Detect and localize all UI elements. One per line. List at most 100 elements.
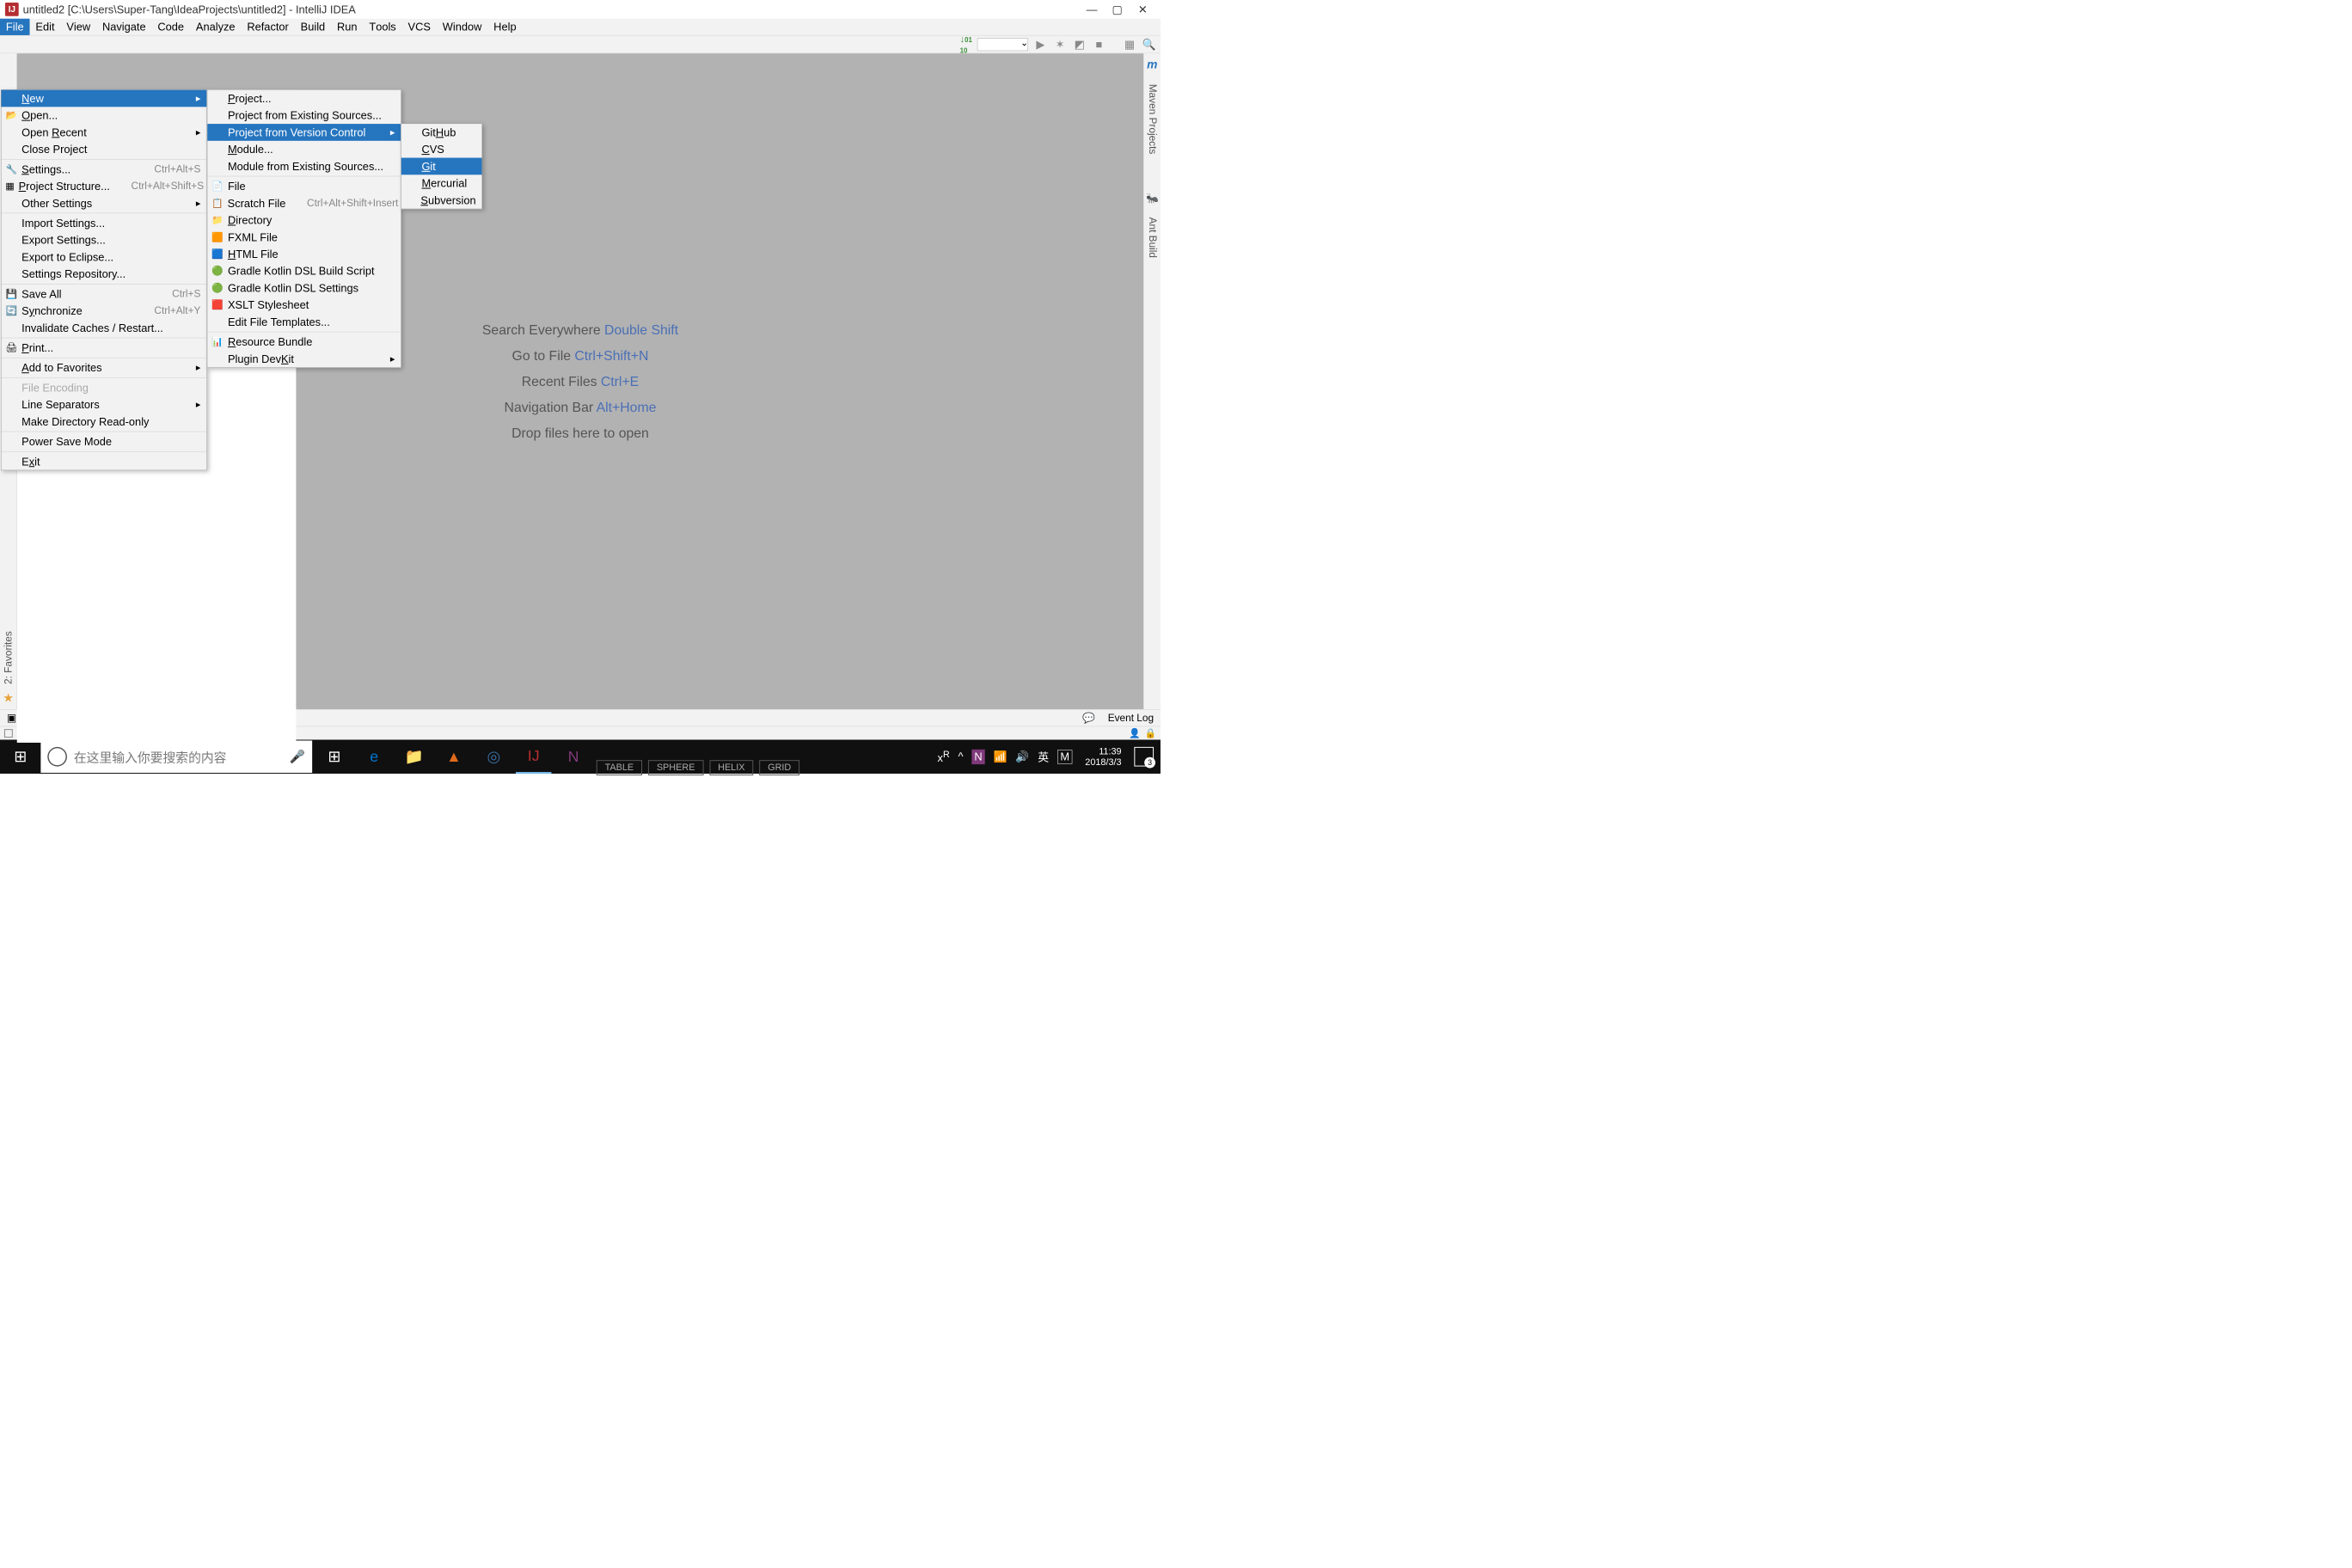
action-center-icon[interactable]: 3 xyxy=(1134,747,1154,767)
taskbar-clock[interactable]: 11:39 2018/3/3 xyxy=(1081,745,1125,768)
new-menu-item-1[interactable]: Project from Existing Sources... xyxy=(207,107,401,124)
close-button[interactable]: ✕ xyxy=(1130,2,1155,17)
file-menu-item-11[interactable]: Export to Eclipse... xyxy=(1,248,206,266)
new-menu-item-16[interactable]: 📊Resource Bundle xyxy=(207,334,401,351)
taskbar-app-obs[interactable]: ◎ xyxy=(476,739,511,773)
editor-hint: Go to File Ctrl+Shift+N xyxy=(512,347,649,363)
search-placeholder: 在这里输入你要搜索的内容 xyxy=(74,747,227,766)
new-menu-item-6[interactable]: 📄File xyxy=(207,178,401,195)
event-log-tool-window-button[interactable]: Event Log xyxy=(1108,712,1154,724)
vc-menu-item-2[interactable]: Git xyxy=(401,158,482,175)
menu-item-label: Plugin DevKit xyxy=(228,352,373,365)
file-menu-item-28[interactable]: Exit xyxy=(1,453,206,470)
menu-tools[interactable]: Tools xyxy=(363,19,401,35)
menu-vcs[interactable]: VCS xyxy=(402,19,437,35)
new-menu-item-4[interactable]: Module from Existing Sources... xyxy=(207,158,401,175)
taskbar-app-explorer[interactable]: 📁 xyxy=(396,739,432,773)
vc-menu-item-4[interactable]: Subversion xyxy=(401,192,482,209)
ime-indicator-1[interactable]: 英 xyxy=(1038,749,1049,764)
stop-icon[interactable]: ■ xyxy=(1092,37,1106,52)
taskbar-app-task-view[interactable]: ⊞ xyxy=(316,739,352,773)
people-icon[interactable]: xR xyxy=(938,749,950,764)
menu-edit[interactable]: Edit xyxy=(29,19,60,35)
menu-run[interactable]: Run xyxy=(331,19,363,35)
file-menu-item-10[interactable]: Export Settings... xyxy=(1,231,206,248)
taskbar-app-edge[interactable]: e xyxy=(356,739,391,773)
menu-refactor[interactable]: Refactor xyxy=(241,19,294,35)
taskbar-badge-sphere[interactable]: SPHERE xyxy=(648,760,703,775)
menu-help[interactable]: Help xyxy=(487,19,522,35)
new-menu-item-10[interactable]: 🟦HTML File xyxy=(207,246,401,263)
new-menu-item-11[interactable]: 🟢Gradle Kotlin DSL Build Script xyxy=(207,262,401,279)
project-structure-icon[interactable]: ▦ xyxy=(1123,37,1137,52)
minimize-button[interactable]: — xyxy=(1079,2,1105,17)
vc-menu-item-0[interactable]: GitHub xyxy=(401,124,482,141)
menu-file[interactable]: File xyxy=(0,19,29,35)
vc-menu-item-3[interactable]: Mercurial xyxy=(401,175,482,192)
ant-tool-window-button[interactable]: Ant Build xyxy=(1146,217,1158,258)
new-menu-item-0[interactable]: Project... xyxy=(207,90,401,107)
file-menu-item-12[interactable]: Settings Repository... xyxy=(1,266,206,283)
file-menu-item-16[interactable]: Invalidate Caches / Restart... xyxy=(1,320,206,337)
new-menu-item-12[interactable]: 🟢Gradle Kotlin DSL Settings xyxy=(207,279,401,297)
file-menu-item-3[interactable]: Close Project xyxy=(1,141,206,158)
search-icon[interactable]: 🔍 xyxy=(1142,37,1156,52)
vc-menu-item-1[interactable]: CVS xyxy=(401,141,482,158)
run-config-select[interactable] xyxy=(977,38,1028,51)
menu-item-label: Export to Eclipse... xyxy=(21,250,200,263)
file-menu-item-6[interactable]: ▦Project Structure...Ctrl+Alt+Shift+S xyxy=(1,178,206,195)
menu-item-label: Gradle Kotlin DSL Build Script xyxy=(228,265,395,278)
taskbar-badge-grid[interactable]: GRID xyxy=(759,760,799,775)
file-menu-item-24[interactable]: Make Directory Read-only xyxy=(1,413,206,431)
taskbar-app-onenote[interactable]: N xyxy=(555,739,591,773)
file-menu-item-9[interactable]: Import Settings... xyxy=(1,215,206,232)
ime-indicator-2[interactable]: M xyxy=(1057,750,1073,763)
new-menu-item-8[interactable]: 📁Directory xyxy=(207,211,401,229)
editor-hint: Search Everywhere Double Shift xyxy=(482,322,678,337)
cortana-search-box[interactable]: 在这里输入你要搜索的内容 🎤 xyxy=(40,740,312,772)
taskbar-app-matlab[interactable]: ▲ xyxy=(436,739,471,773)
new-menu-item-13[interactable]: 🟥XSLT Stylesheet xyxy=(207,297,401,314)
new-menu-item-9[interactable]: 🟧FXML File xyxy=(207,229,401,246)
favorites-tool-window-button[interactable]: 2: Favorites xyxy=(3,631,15,684)
windows-taskbar: ⊞ 在这里输入你要搜索的内容 🎤 ⊞e📁▲◎IJN TABLESPHEREHEL… xyxy=(0,739,1161,773)
file-menu-item-2[interactable]: Open Recent▸ xyxy=(1,124,206,141)
menu-build[interactable]: Build xyxy=(295,19,331,35)
file-menu-item-23[interactable]: Line Separators▸ xyxy=(1,396,206,413)
file-menu-item-20[interactable]: Add to Favorites▸ xyxy=(1,359,206,377)
microphone-icon[interactable]: 🎤 xyxy=(290,750,305,764)
run-icon[interactable]: ▶ xyxy=(1033,37,1048,52)
menu-analyze[interactable]: Analyze xyxy=(190,19,241,35)
menu-navigate[interactable]: Navigate xyxy=(96,19,151,35)
file-menu-item-5[interactable]: 🔧Settings...Ctrl+Alt+S xyxy=(1,161,206,178)
file-menu-item-7[interactable]: Other Settings▸ xyxy=(1,194,206,211)
maven-tool-window-button[interactable]: Maven Projects xyxy=(1146,84,1158,155)
file-menu-item-14[interactable]: 💾Save AllCtrl+S xyxy=(1,285,206,303)
maximize-button[interactable]: ▢ xyxy=(1105,2,1130,17)
new-menu-item-17[interactable]: Plugin DevKit▸ xyxy=(207,351,401,368)
menu-code[interactable]: Code xyxy=(151,19,189,35)
shortcut-text: Ctrl+S xyxy=(172,288,200,300)
file-menu-item-0[interactable]: New▸ xyxy=(1,90,206,107)
coverage-icon[interactable]: ◩ xyxy=(1072,37,1087,52)
new-menu-item-14[interactable]: Edit File Templates... xyxy=(207,314,401,331)
new-menu-item-7[interactable]: 📋Scratch FileCtrl+Alt+Shift+Insert xyxy=(207,194,401,211)
onenote-tray-icon[interactable]: N xyxy=(971,750,984,764)
new-menu-item-3[interactable]: Module... xyxy=(207,141,401,158)
start-button[interactable]: ⊞ xyxy=(0,748,40,766)
debug-icon[interactable]: ✶ xyxy=(1053,37,1068,52)
menu-view[interactable]: View xyxy=(60,19,96,35)
new-menu-item-2[interactable]: Project from Version Control▸ xyxy=(207,124,401,141)
tray-chevron-icon[interactable]: ^ xyxy=(959,750,964,763)
taskbar-badge-table[interactable]: TABLE xyxy=(597,760,642,775)
wifi-icon[interactable]: 📶 xyxy=(994,750,1008,763)
menu-window[interactable]: Window xyxy=(437,19,487,35)
taskbar-app-intellij[interactable]: IJ xyxy=(516,739,551,773)
file-menu-item-26[interactable]: Power Save Mode xyxy=(1,433,206,450)
file-menu-item-18[interactable]: 🖨Print... xyxy=(1,340,206,357)
file-menu-item-1[interactable]: 📂Open... xyxy=(1,107,206,124)
taskbar-badge-helix[interactable]: HELIX xyxy=(709,760,753,775)
tool-windows-quick-access-icon[interactable] xyxy=(4,729,13,738)
file-menu-item-15[interactable]: 🔄SynchronizeCtrl+Alt+Y xyxy=(1,303,206,320)
volume-icon[interactable]: 🔊 xyxy=(1015,750,1029,763)
